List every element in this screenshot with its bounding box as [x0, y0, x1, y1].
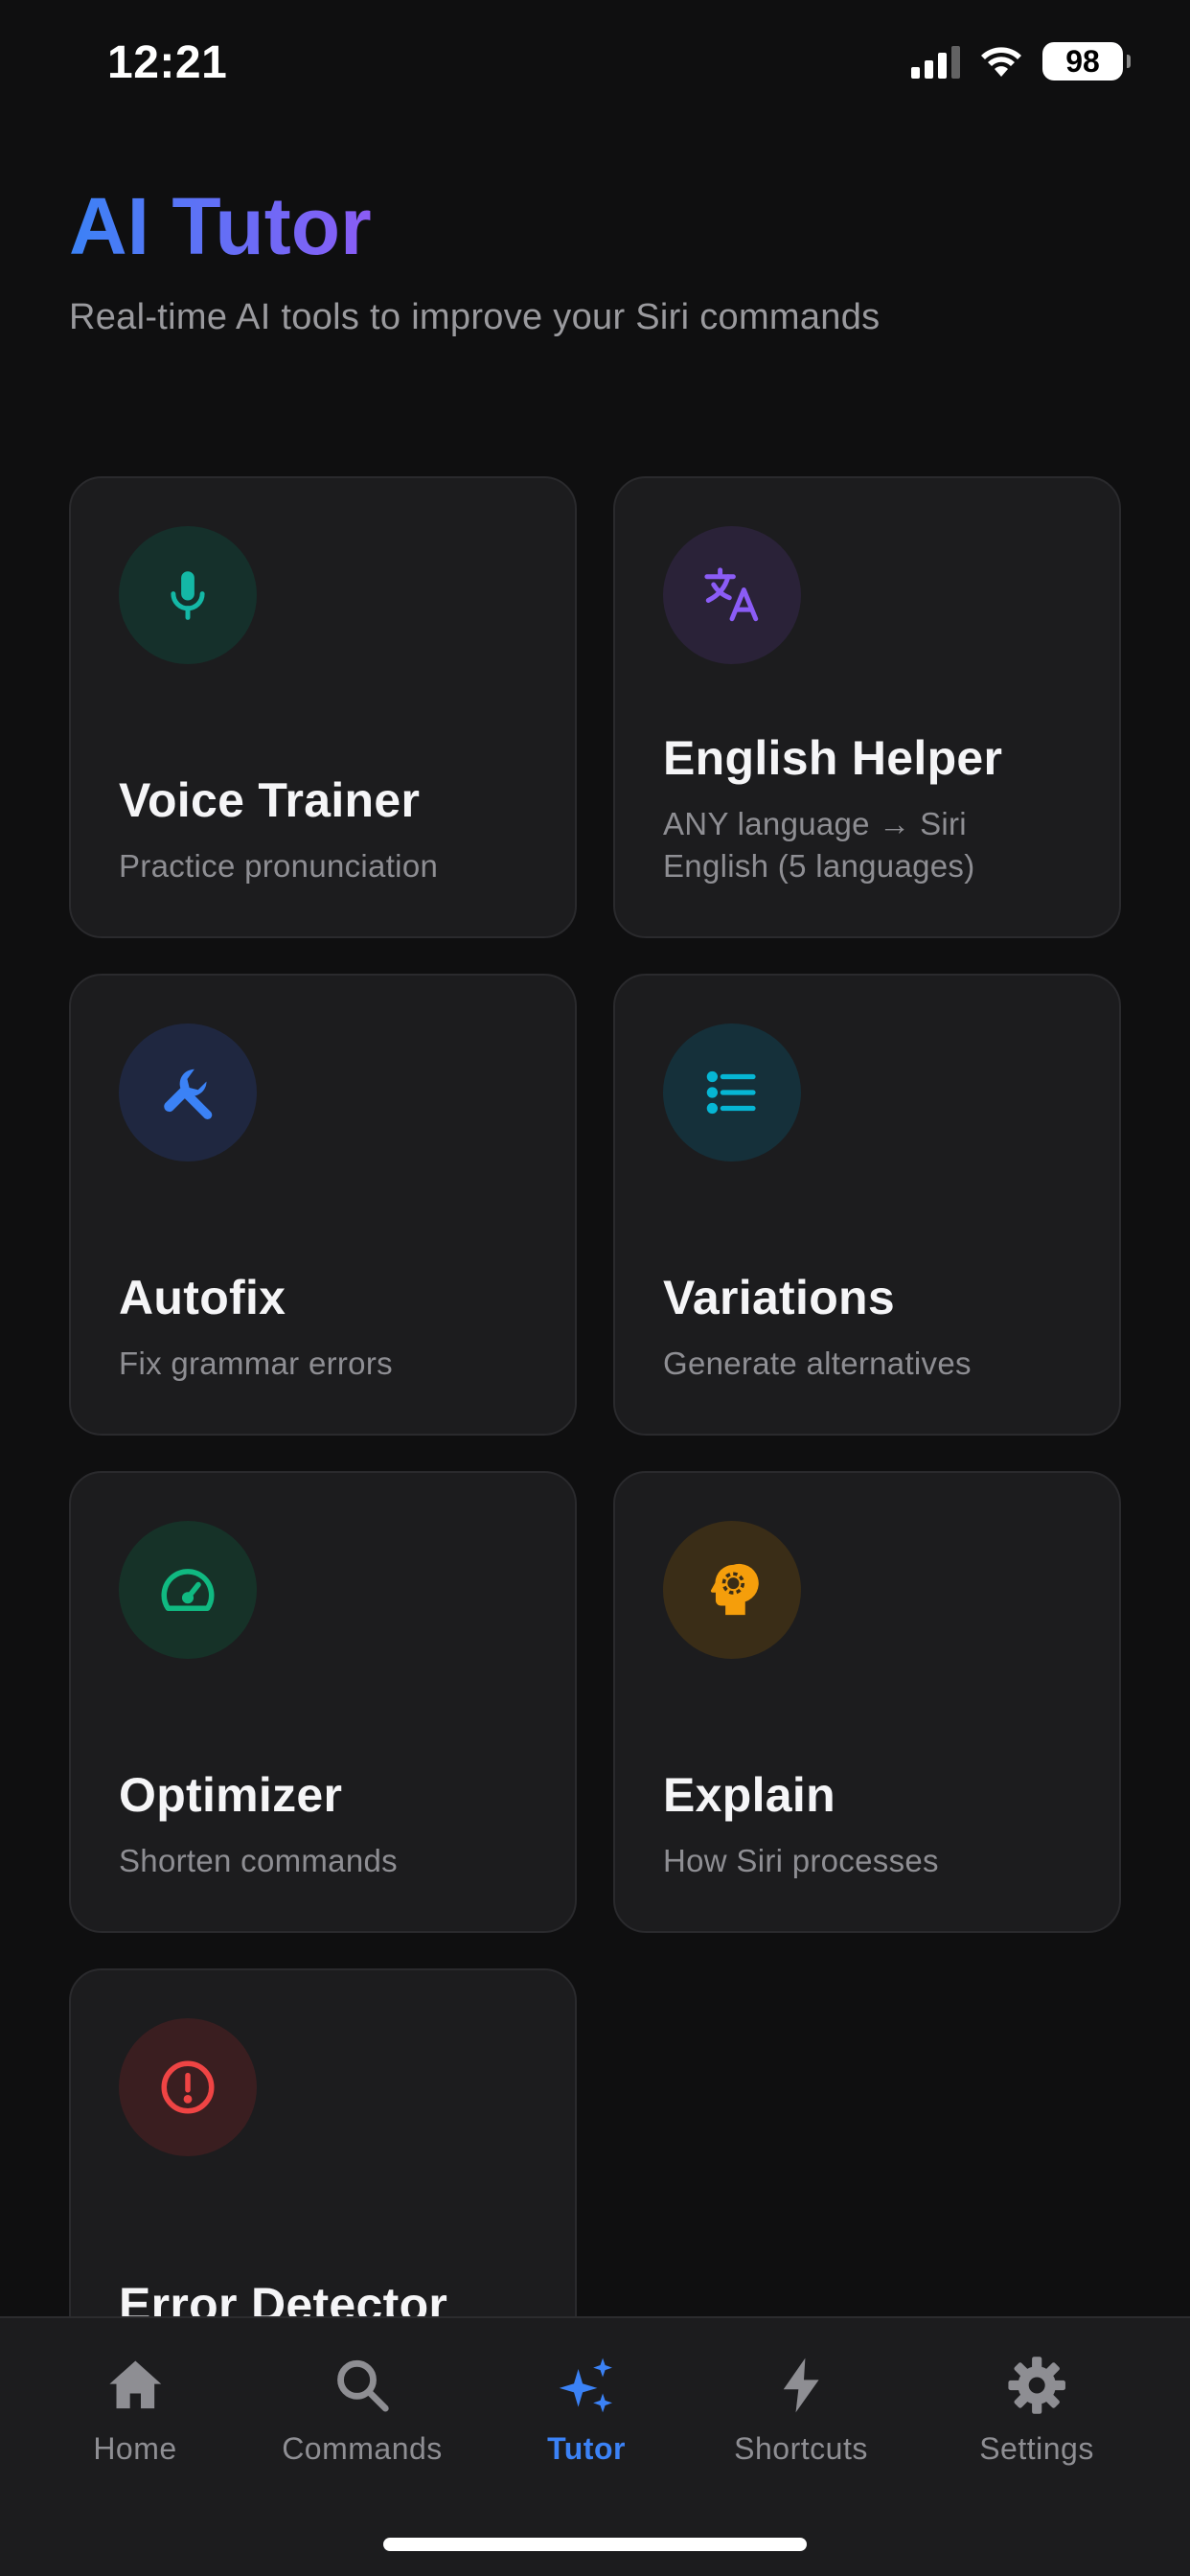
brain-gear-icon: [710, 1563, 759, 1616]
tab-label: Settings: [979, 2431, 1094, 2466]
explain-icon-badge: [663, 1521, 801, 1659]
tab-label: Tutor: [547, 2431, 626, 2466]
tab-settings[interactable]: Settings: [979, 2353, 1094, 2467]
tab-label: Commands: [282, 2431, 443, 2466]
explain-card[interactable]: Explain How Siri processes: [613, 1471, 1121, 1933]
tool-title: Voice Trainer: [119, 773, 421, 828]
tab-commands[interactable]: Commands: [282, 2353, 443, 2467]
english-helper-icon-badge: [663, 526, 801, 664]
tab-label: Shortcuts: [734, 2431, 868, 2466]
tool-title: Explain: [663, 1768, 835, 1823]
status-bar: 12:21 98: [0, 0, 1190, 134]
tool-grid: Voice Trainer Practice pronunciation Eng…: [69, 476, 1121, 2430]
page-subtitle: Real-time AI tools to improve your Siri …: [69, 297, 881, 337]
tool-title: Variations: [663, 1271, 895, 1325]
tab-shortcuts[interactable]: Shortcuts: [734, 2353, 868, 2467]
speedometer-icon: [161, 1569, 215, 1611]
alert-circle-icon: [161, 2060, 215, 2114]
status-icons: 98: [911, 42, 1131, 80]
microphone-icon: [171, 571, 205, 620]
cellular-signal-icon: [911, 44, 960, 79]
battery-indicator: 98: [1042, 42, 1131, 80]
variations-card[interactable]: Variations Generate alternatives: [613, 974, 1121, 1436]
english-helper-card[interactable]: English Helper ANY language → Siri Engli…: [613, 476, 1121, 938]
home-icon: [109, 2360, 161, 2409]
optimizer-card[interactable]: Optimizer Shorten commands: [69, 1471, 577, 1933]
tool-description: Fix grammar errors: [119, 1346, 393, 1382]
wrench-icon: [164, 1069, 213, 1120]
translate-icon: [704, 567, 759, 622]
tool-description: Shorten commands: [119, 1843, 398, 1879]
sparkles-icon: [559, 2358, 612, 2413]
tool-title: Autofix: [119, 1271, 286, 1325]
tool-description: How Siri processes: [663, 1843, 939, 1879]
home-indicator[interactable]: [383, 2538, 807, 2551]
page-title: AI Tutor: [69, 181, 372, 271]
variations-icon-badge: [663, 1024, 801, 1162]
bolt-icon: [783, 2358, 819, 2413]
tab-home[interactable]: Home: [93, 2353, 176, 2467]
autofix-card[interactable]: Autofix Fix grammar errors: [69, 974, 577, 1436]
tab-tutor[interactable]: Tutor: [547, 2353, 626, 2467]
optimizer-icon-badge: [119, 1521, 257, 1659]
tool-title: English Helper: [663, 730, 1003, 785]
voice-trainer-icon-badge: [119, 526, 257, 664]
tool-description: Practice pronunciation: [119, 848, 439, 885]
tool-description: Generate alternatives: [663, 1346, 972, 1382]
error-detector-icon-badge: [119, 2018, 257, 2156]
voice-trainer-card[interactable]: Voice Trainer Practice pronunciation: [69, 476, 577, 938]
tool-title: Optimizer: [119, 1768, 343, 1823]
tool-description: ANY language → Siri English (5 languages…: [663, 805, 975, 885]
autofix-icon-badge: [119, 1024, 257, 1162]
tab-label: Home: [93, 2431, 177, 2466]
wifi-icon: [981, 47, 1021, 77]
status-time: 12:21: [107, 37, 228, 88]
gear-icon: [1008, 2357, 1065, 2414]
list-icon: [706, 1070, 756, 1115]
search-icon: [336, 2359, 389, 2412]
